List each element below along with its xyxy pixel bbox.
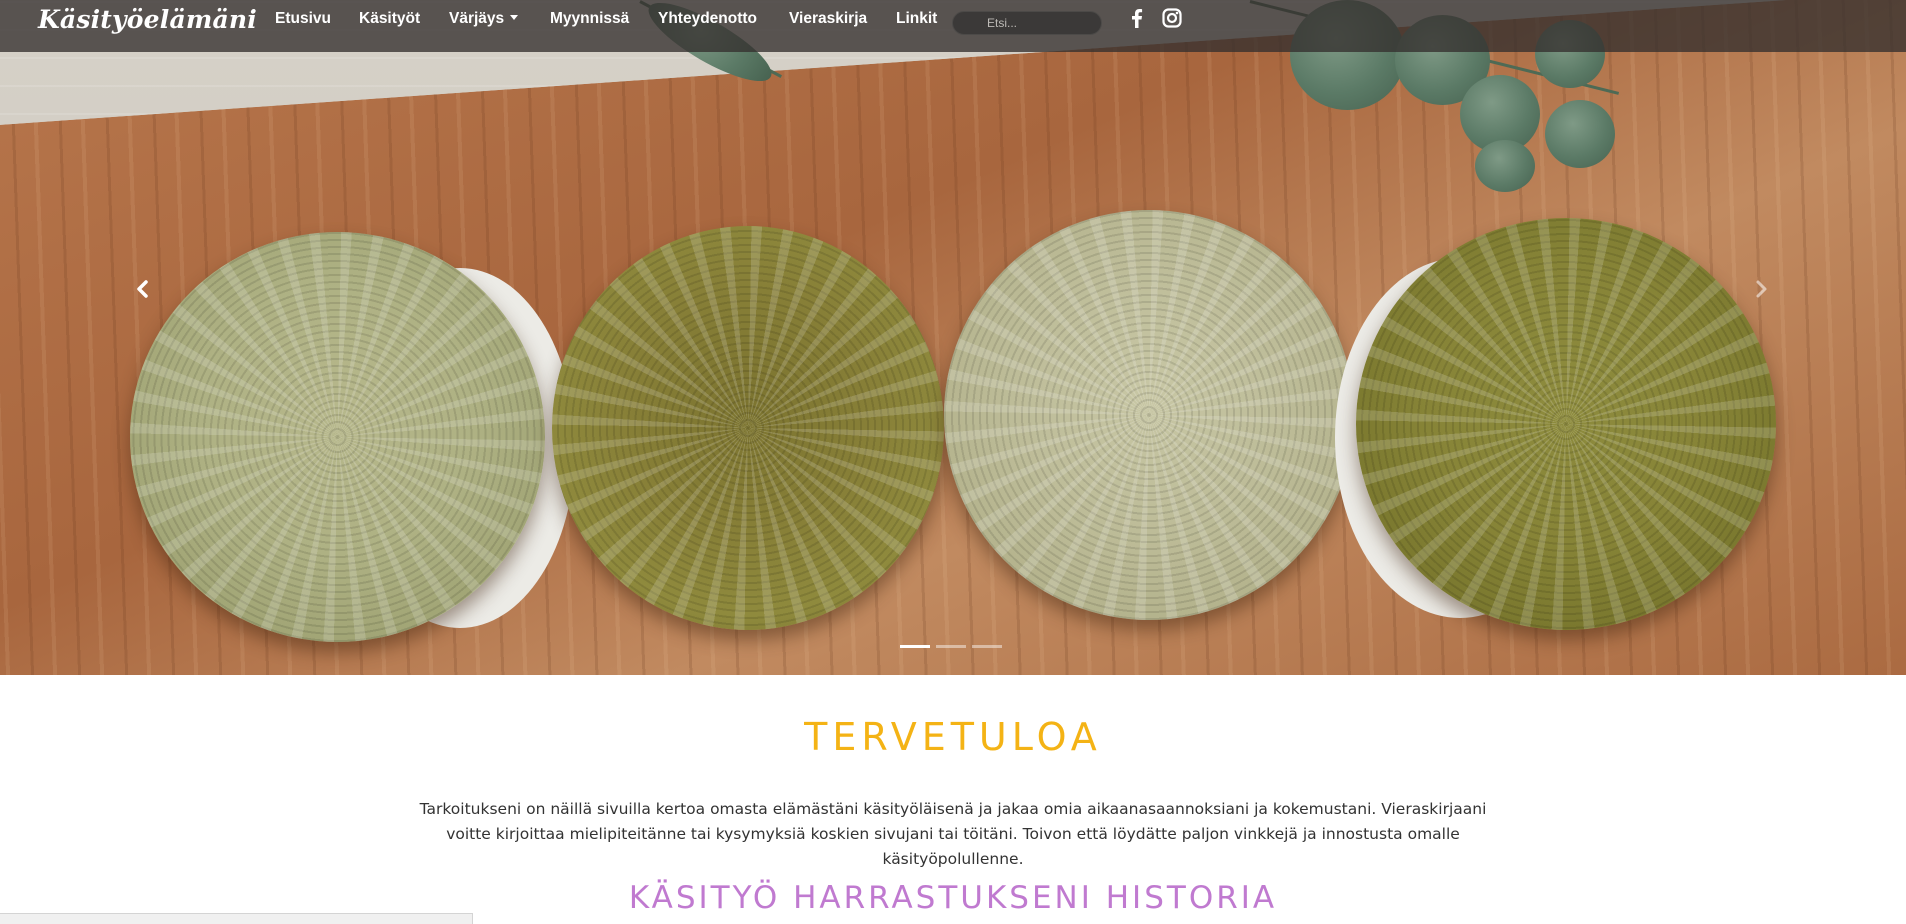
- nav-item-vieraskirja[interactable]: Vieraskirja: [789, 10, 867, 28]
- yarn-ball-olive: [1356, 218, 1776, 630]
- chevron-left-icon: [137, 280, 148, 298]
- nav-item-myynnissa[interactable]: Myynnissä: [550, 10, 629, 28]
- carousel-indicator-2[interactable]: [936, 645, 966, 648]
- chevron-right-icon: [1756, 280, 1767, 298]
- carousel-next-button[interactable]: [1741, 270, 1781, 310]
- nav-item-linkit[interactable]: Linkit: [896, 10, 937, 28]
- carousel-prev-button[interactable]: [123, 270, 163, 310]
- hero-carousel: [0, 0, 1906, 675]
- nav-item-varjays[interactable]: Värjäys: [449, 10, 519, 28]
- nav-item-kasityot[interactable]: Käsityöt: [359, 10, 420, 28]
- yarn-ball-light: [130, 232, 545, 642]
- history-title: KÄSITYÖ HARRASTUKSENI HISTORIA: [628, 880, 1278, 916]
- intro-text: Tarkoitukseni on näillä sivuilla kertoa …: [419, 800, 1487, 868]
- welcome-title: TERVETULOA: [804, 715, 1102, 759]
- instagram-icon: [1162, 8, 1182, 28]
- carousel-indicator-3[interactable]: [972, 645, 1002, 648]
- yarn-ball-dark: [552, 226, 944, 630]
- caret-down-icon: [510, 15, 519, 20]
- carousel-indicators: [900, 645, 1004, 649]
- leaf: [1475, 140, 1535, 192]
- nav-item-varjays-label: Värjäys: [449, 10, 505, 27]
- instagram-link[interactable]: [1161, 7, 1183, 29]
- facebook-icon: [1132, 9, 1143, 28]
- leaf: [1545, 100, 1615, 168]
- facebook-link[interactable]: [1126, 7, 1148, 29]
- navbar: Käsityöelämäni Etusivu Käsityöt Värjäys …: [0, 0, 1906, 52]
- browser-status-bar: [0, 913, 473, 924]
- nav-item-yhteydenotto[interactable]: Yhteydenotto: [658, 10, 757, 28]
- search-input[interactable]: [952, 11, 1102, 35]
- carousel-indicator-1[interactable]: [900, 645, 930, 648]
- site-logo[interactable]: Käsityöelämäni: [38, 5, 257, 34]
- yarn-ball-pale: [944, 210, 1354, 620]
- nav-item-etusivu[interactable]: Etusivu: [275, 10, 331, 28]
